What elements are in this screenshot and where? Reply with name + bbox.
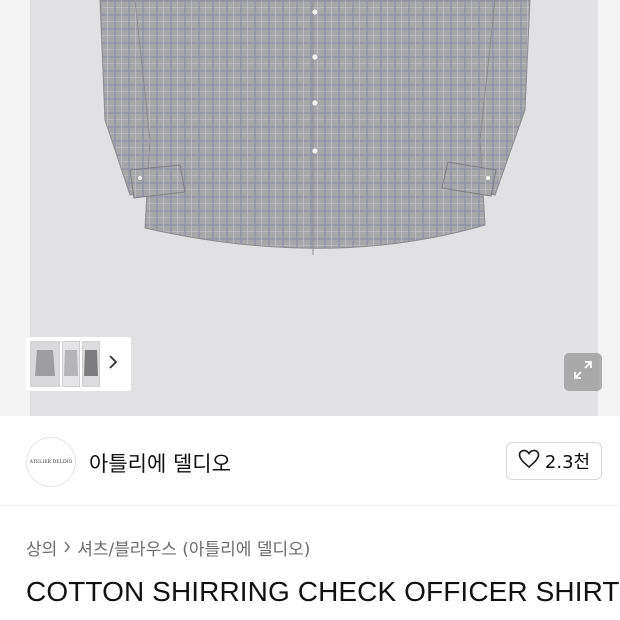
expand-icon [572,359,594,385]
breadcrumb-item-category[interactable]: 상의 [26,535,57,560]
brand-name[interactable]: 아틀리에 델디오 [89,448,231,478]
thumbnail-2[interactable] [62,341,80,387]
brand-logo-text: ATELIER DELDIO [29,459,73,465]
divider [0,505,620,506]
thumbnail-next-button[interactable] [102,341,124,387]
product-title: COTTON SHIRRING CHECK OFFICER SHIRT [26,576,620,607]
like-button[interactable]: 2.3천 [506,442,602,480]
heart-outline-icon [518,449,540,473]
thumbnail-1[interactable] [30,341,60,387]
expand-image-button[interactable] [564,353,602,391]
breadcrumb-item-subcategory[interactable]: 셔츠/블라우스 (아틀리에 델디오) [77,535,310,560]
breadcrumb: 상의 셔츠/블라우스 (아틀리에 델디오) [26,535,310,560]
chevron-right-icon [108,354,118,374]
chevron-right-icon [63,539,71,557]
brand-logo[interactable]: ATELIER DELDIO [26,437,76,487]
thumbnail-3[interactable] [82,341,100,387]
thumbnail-strip [26,337,131,391]
like-count: 2.3천 [544,452,591,473]
product-gallery [0,0,620,416]
